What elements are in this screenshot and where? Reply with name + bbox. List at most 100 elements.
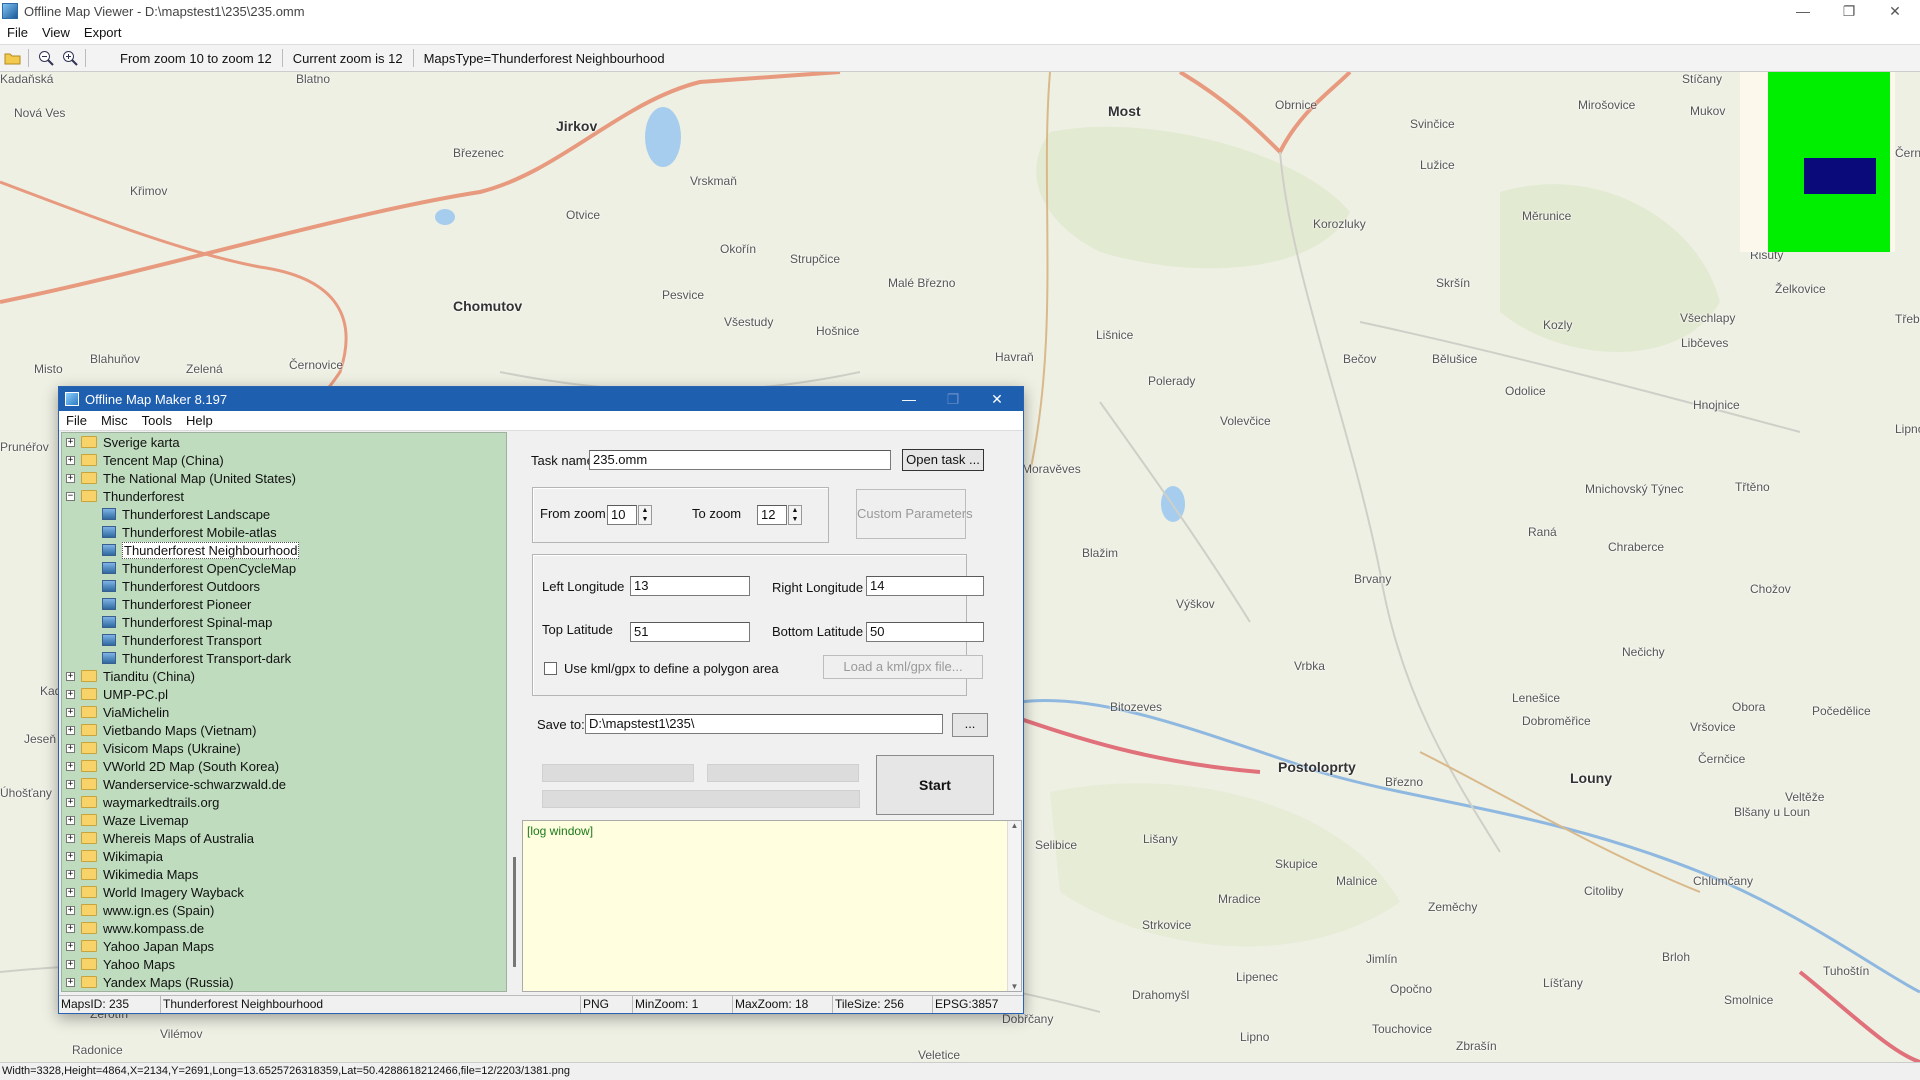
- toolbar-separator: [412, 49, 414, 67]
- tree-folder-item[interactable]: + Yahoo Japan Maps: [62, 937, 506, 955]
- tree-map-item[interactable]: Thunderforest OpenCycleMap: [62, 559, 506, 577]
- expand-icon[interactable]: +: [66, 815, 75, 825]
- save-to-input[interactable]: D:\mapstest1\235\: [585, 714, 943, 734]
- expand-icon[interactable]: +: [66, 725, 75, 735]
- tree-folder-item[interactable]: + www.ign.es (Spain): [62, 901, 506, 919]
- tree-folder-item[interactable]: + The National Map (United States): [62, 469, 506, 487]
- expand-icon[interactable]: +: [66, 869, 75, 879]
- place-label: Malnice: [1336, 874, 1378, 888]
- tree-map-item[interactable]: Thunderforest Outdoors: [62, 577, 506, 595]
- expand-icon[interactable]: +: [66, 833, 75, 843]
- overview-minimap[interactable]: [1740, 72, 1895, 252]
- overview-viewport[interactable]: [1804, 158, 1876, 194]
- tree-folder-item[interactable]: + waymarkedtrails.org: [62, 793, 506, 811]
- tree-folder-item[interactable]: + VWorld 2D Map (South Korea): [62, 757, 506, 775]
- expand-icon[interactable]: +: [66, 707, 75, 717]
- expand-icon[interactable]: +: [66, 671, 75, 681]
- bottom-latitude-input[interactable]: 50: [866, 622, 984, 642]
- top-latitude-input[interactable]: 51: [630, 622, 750, 642]
- start-button[interactable]: Start: [876, 755, 994, 815]
- close-button[interactable]: ✕: [1872, 0, 1918, 22]
- zoom-in-icon[interactable]: [59, 47, 81, 69]
- dialog-close-button[interactable]: ✕: [975, 387, 1019, 411]
- maximize-button[interactable]: ❐: [1826, 0, 1872, 22]
- tree-item-label: World Imagery Wayback: [103, 884, 244, 900]
- dialog-maximize-button[interactable]: ❐: [931, 387, 975, 411]
- open-task-button[interactable]: Open task ...: [902, 449, 984, 471]
- left-longitude-input[interactable]: 13: [630, 576, 750, 596]
- expand-icon[interactable]: +: [66, 887, 75, 897]
- collapse-icon[interactable]: −: [66, 491, 75, 501]
- kml-polygon-checkbox[interactable]: [544, 662, 557, 675]
- load-kml-button[interactable]: Load a kml/gpx file...: [823, 655, 983, 679]
- expand-icon[interactable]: +: [66, 905, 75, 915]
- tree-folder-item[interactable]: + Yahoo Maps: [62, 955, 506, 973]
- custom-parameters-button[interactable]: Custom Parameters: [856, 489, 973, 539]
- place-label: Březenec: [453, 146, 504, 160]
- tree-folder-item[interactable]: + Visicom Maps (Ukraine): [62, 739, 506, 757]
- to-zoom-input[interactable]: 12: [757, 505, 787, 525]
- tree-folder-item[interactable]: + Whereis Maps of Australia: [62, 829, 506, 847]
- tree-folder-item[interactable]: + UMP-PC.pl: [62, 685, 506, 703]
- tree-scrollbar-thumb[interactable]: [513, 857, 516, 967]
- expand-icon[interactable]: +: [66, 455, 75, 465]
- tree-map-item[interactable]: Thunderforest Landscape: [62, 505, 506, 523]
- from-zoom-input[interactable]: 10: [607, 505, 637, 525]
- tree-folder-item[interactable]: + Wikimedia Maps: [62, 865, 506, 883]
- map-source-tree[interactable]: + Sverige karta + Tencent Map (China) + The N…: [61, 432, 507, 992]
- dialog-menu-help[interactable]: Help: [179, 413, 220, 428]
- place-label: Lužice: [1420, 158, 1455, 172]
- tree-folder-item[interactable]: − Thunderforest: [62, 487, 506, 505]
- right-longitude-input[interactable]: 14: [866, 576, 984, 596]
- expand-icon[interactable]: +: [66, 941, 75, 951]
- expand-icon[interactable]: +: [66, 437, 75, 447]
- place-label: Bečov: [1343, 352, 1377, 366]
- folder-icon: [81, 868, 97, 880]
- tree-folder-item[interactable]: + www.kompass.de: [62, 919, 506, 937]
- dialog-menu-misc[interactable]: Misc: [94, 413, 135, 428]
- expand-icon[interactable]: +: [66, 473, 75, 483]
- tree-folder-item[interactable]: + Waze Livemap: [62, 811, 506, 829]
- dialog-minimize-button[interactable]: —: [887, 387, 931, 411]
- open-folder-icon[interactable]: [2, 47, 24, 69]
- expand-icon[interactable]: +: [66, 851, 75, 861]
- tree-folder-item[interactable]: + Tianditu (China): [62, 667, 506, 685]
- tree-map-item[interactable]: Thunderforest Spinal-map: [62, 613, 506, 631]
- from-zoom-spinner[interactable]: ▲ ▼: [638, 505, 652, 525]
- tree-map-item[interactable]: Thunderforest Mobile-atlas: [62, 523, 506, 541]
- tree-folder-item[interactable]: + Wikimapia: [62, 847, 506, 865]
- tree-map-item[interactable]: Thunderforest Transport: [62, 631, 506, 649]
- expand-icon[interactable]: +: [66, 689, 75, 699]
- expand-icon[interactable]: +: [66, 977, 75, 987]
- tree-folder-item[interactable]: + Yandex Maps (Russia): [62, 973, 506, 991]
- menu-view[interactable]: View: [35, 25, 77, 40]
- browse-folder-button[interactable]: ...: [952, 713, 988, 737]
- expand-icon[interactable]: +: [66, 959, 75, 969]
- expand-icon[interactable]: +: [66, 743, 75, 753]
- to-zoom-spinner[interactable]: ▲ ▼: [788, 505, 802, 525]
- tree-map-item[interactable]: Thunderforest Transport-dark: [62, 649, 506, 667]
- tree-map-item[interactable]: Thunderforest Neighbourhood: [62, 541, 506, 559]
- dialog-menu-file[interactable]: File: [59, 413, 94, 428]
- task-name-input[interactable]: 235.omm: [589, 450, 891, 470]
- log-scrollbar[interactable]: ▲ ▼: [1007, 821, 1021, 991]
- log-window[interactable]: [log window] ▲ ▼: [522, 820, 1022, 992]
- tree-folder-item[interactable]: + ViaMichelin: [62, 703, 506, 721]
- expand-icon[interactable]: +: [66, 779, 75, 789]
- tree-folder-item[interactable]: + Sverige karta: [62, 433, 506, 451]
- zoom-out-icon[interactable]: [35, 47, 57, 69]
- tree-map-item[interactable]: Thunderforest Pioneer: [62, 595, 506, 613]
- tree-folder-item[interactable]: + Wanderservice-schwarzwald.de: [62, 775, 506, 793]
- menu-file[interactable]: File: [0, 25, 35, 40]
- menu-export[interactable]: Export: [77, 25, 129, 40]
- tree-folder-item[interactable]: + Vietbando Maps (Vietnam): [62, 721, 506, 739]
- minimize-button[interactable]: —: [1780, 0, 1826, 22]
- expand-icon[interactable]: +: [66, 761, 75, 771]
- expand-icon[interactable]: +: [66, 797, 75, 807]
- dialog-menu-tools[interactable]: Tools: [135, 413, 179, 428]
- place-label: Selibice: [1035, 838, 1078, 852]
- dialog-titlebar[interactable]: Offline Map Maker 8.197 — ❐ ✕: [59, 387, 1023, 411]
- tree-folder-item[interactable]: + World Imagery Wayback: [62, 883, 506, 901]
- expand-icon[interactable]: +: [66, 923, 75, 933]
- tree-folder-item[interactable]: + Tencent Map (China): [62, 451, 506, 469]
